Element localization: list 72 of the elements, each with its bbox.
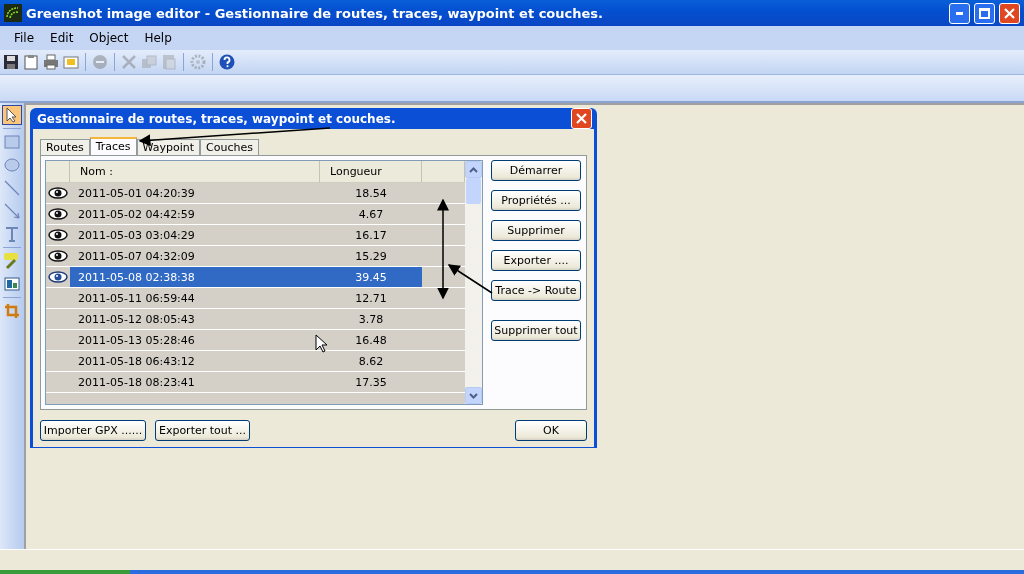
trace-name: 2011-05-03 03:04:29: [78, 228, 195, 242]
trace-length: 17.35: [355, 375, 387, 389]
eye-icon[interactable]: [48, 229, 68, 241]
trace-name: 2011-05-18 06:43:12: [78, 354, 195, 368]
trace-name: 2011-05-07 04:32:09: [78, 249, 195, 263]
envelope-icon[interactable]: [63, 54, 79, 70]
tab[interactable]: Traces: [89, 137, 137, 155]
ellipse-icon[interactable]: [4, 158, 20, 172]
trace-length: 15.29: [355, 249, 387, 263]
minimize-button[interactable]: [949, 2, 970, 24]
help-icon[interactable]: [219, 54, 235, 70]
action-button[interactable]: Trace -> Route: [491, 280, 581, 301]
trace-name: 2011-05-11 06:59:44: [78, 291, 195, 305]
action-button[interactable]: Supprimer: [491, 220, 581, 241]
arrow-icon[interactable]: [4, 203, 20, 219]
action-button[interactable]: Propriétés ...: [491, 190, 581, 211]
maximize-icon: [979, 7, 990, 19]
eye-icon[interactable]: [48, 187, 68, 199]
printer-icon[interactable]: [43, 54, 59, 70]
trace-name: 2011-05-01 04:20:39: [78, 186, 195, 200]
menu-item[interactable]: Edit: [42, 31, 82, 45]
close-button[interactable]: [571, 108, 592, 129]
app-icon: [4, 4, 22, 22]
action-button[interactable]: Importer GPX ......: [40, 420, 146, 441]
action-button[interactable]: Supprimer tout: [491, 320, 581, 341]
close-icon: [1004, 7, 1015, 19]
trace-name: 2011-05-02 04:42:59: [78, 207, 195, 221]
tab[interactable]: Couches: [200, 139, 259, 155]
scrollbar[interactable]: [465, 161, 482, 404]
save-icon[interactable]: [3, 54, 19, 70]
trace-name: 2011-05-13 05:28:46: [78, 333, 195, 347]
clipboard-icon[interactable]: [23, 54, 39, 70]
eye-icon[interactable]: [48, 271, 68, 283]
trace-length: 16.48: [355, 333, 387, 347]
trace-length: 16.17: [355, 228, 387, 242]
image-icon[interactable]: [4, 277, 20, 291]
column-header[interactable]: Nom :: [80, 165, 113, 178]
line-icon[interactable]: [4, 180, 20, 196]
scroll-down-icon[interactable]: [469, 392, 478, 399]
menu-item[interactable]: Help: [136, 31, 180, 45]
close-icon: [576, 113, 587, 124]
menu-item[interactable]: File: [6, 31, 43, 45]
scroll-up-icon[interactable]: [469, 166, 478, 173]
pointer-icon[interactable]: [6, 107, 18, 123]
crop-icon[interactable]: [4, 303, 20, 319]
eye-icon[interactable]: [48, 250, 68, 262]
trace-length: 3.78: [358, 312, 384, 326]
trace-name: 2011-05-08 02:38:38: [78, 270, 195, 284]
window-title: Greenshot image editor - Gestionnaire de routes, traces, waypoint et couches.: [26, 5, 604, 21]
action-button[interactable]: Exporter tout ...: [155, 420, 250, 441]
menu-item[interactable]: Object: [81, 31, 137, 45]
trace-length: 39.45: [355, 270, 387, 284]
trace-name: 2011-05-12 08:05:43: [78, 312, 195, 326]
trace-length: 12.71: [355, 291, 387, 305]
minimize-icon: [956, 11, 963, 15]
action-button[interactable]: Démarrer: [491, 160, 581, 181]
tab[interactable]: Routes: [40, 139, 90, 155]
close-button[interactable]: [999, 2, 1020, 24]
maximize-button[interactable]: [974, 2, 995, 24]
action-button[interactable]: Exporter ....: [491, 250, 581, 271]
annotation-arrow: [447, 264, 493, 294]
trace-length: 4.67: [358, 207, 384, 221]
eye-icon[interactable]: [48, 208, 68, 220]
highlighter-icon[interactable]: [3, 252, 21, 270]
trace-name: 2011-05-18 08:23:41: [78, 375, 195, 389]
dialog-title: Gestionnaire de routes, traces, waypoint et couches.: [37, 111, 397, 126]
text-tool-icon[interactable]: [5, 226, 19, 242]
trace-length: 8.62: [358, 354, 384, 368]
column-header[interactable]: Longueur: [330, 165, 382, 178]
ok-button[interactable]: OK: [515, 420, 587, 441]
scroll-thumb[interactable]: [466, 178, 481, 204]
trace-length: 18.54: [355, 186, 387, 200]
